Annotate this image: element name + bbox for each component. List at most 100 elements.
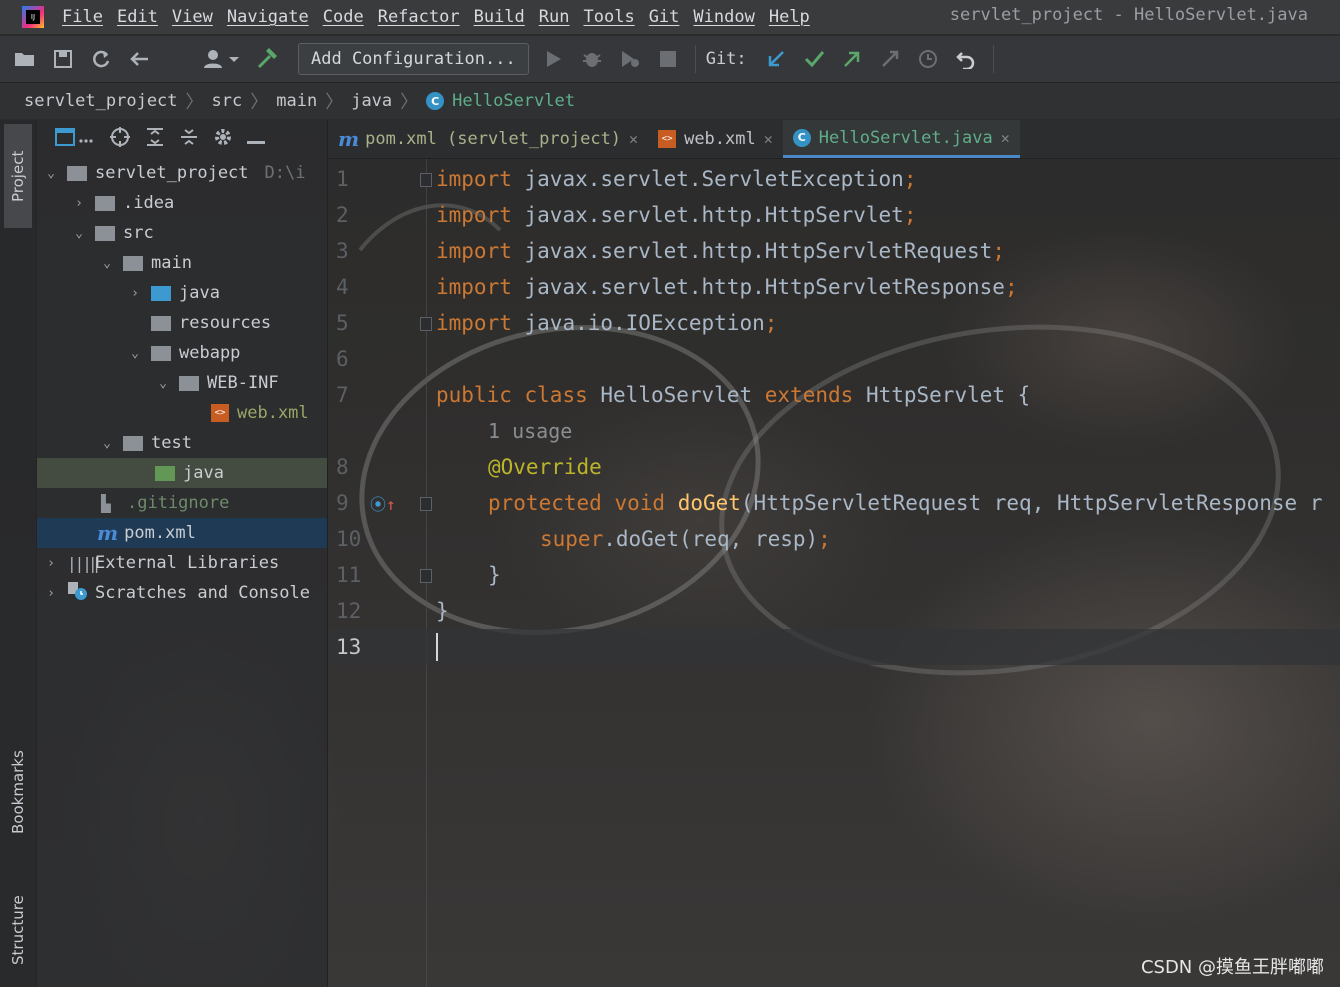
build-hammer-icon[interactable] (254, 46, 280, 72)
structure-tool-tab[interactable]: Structure (4, 880, 32, 980)
bookmarks-tool-tab[interactable]: Bookmarks (4, 732, 32, 852)
keyword: import (436, 203, 512, 227)
override-method-gutter-icon[interactable]: ⦿↑ (370, 491, 396, 515)
maven-file-icon: m (97, 521, 119, 545)
annotation: @Override (488, 455, 602, 479)
chevron-down-icon[interactable]: ⌄ (99, 256, 115, 271)
breadcrumb-class[interactable]: C HelloServlet (426, 91, 575, 111)
tree-item-test[interactable]: ⌄ test (37, 428, 327, 458)
chevron-down-icon[interactable]: ⌄ (99, 436, 115, 451)
breadcrumb-src[interactable]: src (212, 91, 243, 111)
chevron-right-icon[interactable]: › (43, 556, 59, 571)
tree-item-external-libraries[interactable]: › |||‖ External Libraries (37, 548, 327, 578)
close-icon[interactable]: ✕ (629, 130, 638, 148)
fold-marker-icon[interactable] (420, 497, 432, 511)
tree-item-main[interactable]: ⌄ main (37, 248, 327, 278)
tree-item-webapp[interactable]: ⌄ webapp (37, 338, 327, 368)
save-icon[interactable] (50, 46, 76, 72)
tree-item-test-java[interactable]: java (37, 458, 327, 488)
chevron-right-icon[interactable]: › (71, 196, 87, 211)
menu-run[interactable]: Run (539, 7, 570, 27)
tree-item-web-xml[interactable]: <> web.xml (37, 398, 327, 428)
chevron-down-icon[interactable]: ⌄ (127, 346, 143, 361)
intellij-logo-icon[interactable]: IJ (22, 6, 44, 28)
tab-hello-servlet-java[interactable]: C HelloServlet.java ✕ (782, 120, 1020, 158)
run-with-coverage-icon[interactable] (617, 46, 643, 72)
menu-view[interactable]: View (172, 7, 213, 27)
menu-navigate[interactable]: Navigate (227, 7, 309, 27)
tree-item-java[interactable]: › java (37, 278, 327, 308)
editor-tab-bar: m pom.xml (servlet_project) ✕ <> web.xml… (328, 120, 1340, 159)
menu-file[interactable]: File (62, 7, 103, 27)
open-folder-icon[interactable] (12, 46, 38, 72)
breadcrumb-class-label: HelloServlet (452, 91, 575, 111)
sync-icon[interactable] (88, 46, 114, 72)
menu-help[interactable]: Help (769, 7, 810, 27)
menu-edit[interactable]: Edit (117, 7, 158, 27)
usage-hint[interactable]: 1 usage (488, 419, 572, 443)
tree-item-pom[interactable]: m pom.xml (37, 518, 327, 548)
expand-all-icon[interactable] (145, 127, 165, 151)
rollback-icon[interactable] (953, 46, 979, 72)
code-editor[interactable]: 1 import javax.servlet.ServletException;… (328, 159, 1340, 987)
breadcrumb-main[interactable]: main (276, 91, 317, 111)
menu-refactor[interactable]: Refactor (378, 7, 460, 27)
gear-icon[interactable] (213, 127, 233, 151)
project-view-dropdown-icon[interactable] (55, 127, 95, 151)
tree-item-label: pom.xml (124, 523, 196, 543)
tab-pom-xml[interactable]: m pom.xml (servlet_project) ✕ (328, 120, 648, 158)
fold-marker-icon[interactable] (420, 317, 432, 331)
import-path: javax.servlet.http.HttpServlet (524, 203, 904, 227)
chevron-down-icon[interactable]: ⌄ (71, 226, 87, 241)
debug-icon[interactable] (579, 46, 605, 72)
window-title: servlet_project - HelloServlet.java (949, 5, 1308, 25)
breadcrumb-java[interactable]: java (351, 91, 392, 111)
locate-target-icon[interactable] (109, 126, 131, 152)
keyword: class (524, 383, 588, 407)
close-icon[interactable]: ✕ (1001, 129, 1010, 147)
tree-item-web-inf[interactable]: ⌄ WEB-INF (37, 368, 327, 398)
git-fetch-icon[interactable] (877, 46, 903, 72)
breadcrumb-project[interactable]: servlet_project (24, 91, 178, 111)
chevron-right-icon[interactable]: › (43, 586, 59, 601)
chevron-down-icon[interactable]: ⌄ (43, 166, 59, 181)
history-clock-icon[interactable] (915, 46, 941, 72)
menu-git[interactable]: Git (649, 7, 680, 27)
collapse-all-icon[interactable] (179, 127, 199, 151)
line-number: 11 (336, 563, 362, 587)
git-update-icon[interactable] (763, 46, 789, 72)
user-dropdown-icon[interactable] (202, 46, 242, 72)
menu-tools[interactable]: Tools (584, 7, 635, 27)
git-commit-checkmark-icon[interactable] (801, 46, 827, 72)
structure-tool-tab-label: Structure (9, 895, 27, 965)
back-arrow-icon[interactable] (126, 46, 152, 72)
chevron-right-icon[interactable]: › (127, 286, 143, 301)
menu-code[interactable]: Code (323, 7, 364, 27)
fold-marker-icon[interactable] (420, 173, 432, 187)
import-path: javax.servlet.http.HttpServletRequest (524, 239, 993, 263)
tree-item-project-root[interactable]: ⌄ servlet_project D:\i (37, 158, 327, 188)
main-toolbar: Add Configuration... Git: (0, 36, 1340, 83)
tree-item-label: .idea (123, 193, 175, 213)
stop-icon[interactable] (655, 46, 681, 72)
git-push-icon[interactable] (839, 46, 865, 72)
menu-window[interactable]: Window (693, 7, 754, 27)
tree-item-resources[interactable]: resources (37, 308, 327, 338)
code-line: 3 import javax.servlet.http.HttpServletR… (328, 233, 1340, 269)
tree-item-idea[interactable]: › .idea (37, 188, 327, 218)
code-line: 10 super.doGet(req, resp); (328, 521, 1340, 557)
text-caret (436, 633, 438, 661)
tree-item-gitignore[interactable]: ▙ .gitignore (37, 488, 327, 518)
close-icon[interactable]: ✕ (764, 130, 773, 148)
tree-item-src[interactable]: ⌄ src (37, 218, 327, 248)
chevron-down-icon[interactable]: ⌄ (155, 376, 171, 391)
menu-build[interactable]: Build (474, 7, 525, 27)
project-tool-tab[interactable]: Project (4, 124, 32, 228)
tree-item-scratches[interactable]: › Scratches and Console (37, 578, 327, 608)
fold-marker-icon[interactable] (420, 569, 432, 583)
hide-panel-minus-icon[interactable] (247, 130, 265, 149)
tab-web-xml[interactable]: <> web.xml ✕ (648, 120, 783, 158)
semicolon: ; (818, 527, 831, 551)
add-configuration-button[interactable]: Add Configuration... (298, 43, 529, 75)
run-icon[interactable] (541, 46, 567, 72)
